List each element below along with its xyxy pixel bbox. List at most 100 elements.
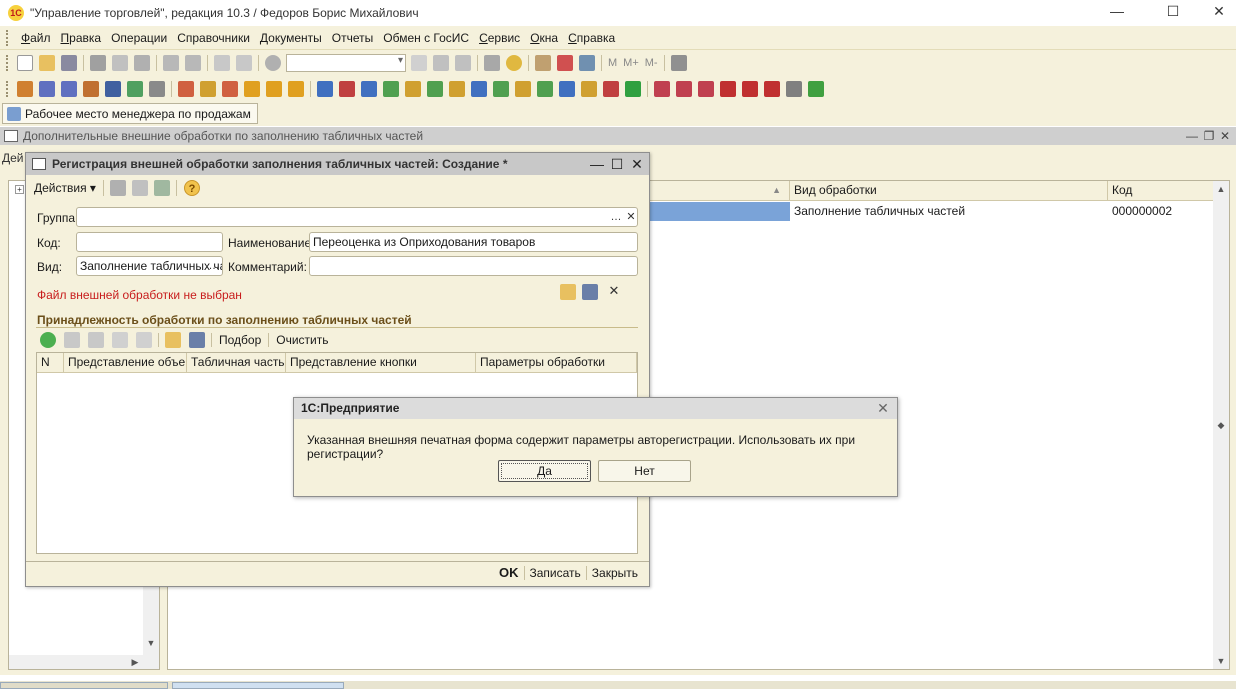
search-combo-input[interactable] (286, 54, 406, 72)
copy-icon[interactable] (112, 55, 128, 71)
minimize-button[interactable]: — (1094, 0, 1140, 22)
form-close-button[interactable]: ✕ (628, 155, 646, 173)
register-icon[interactable] (83, 81, 99, 97)
doc-13-icon[interactable] (581, 81, 597, 97)
ok-button[interactable]: OK (494, 565, 524, 580)
scroll-down-icon[interactable]: ▼ (143, 635, 159, 651)
delete-file-icon[interactable]: ✕ (606, 284, 622, 300)
redo-icon[interactable] (236, 55, 252, 71)
kind-select-button[interactable]: … (206, 259, 222, 275)
report-8-icon[interactable] (808, 81, 824, 97)
scroll-up-icon[interactable]: ▲ (1213, 181, 1229, 197)
edit-row-icon[interactable] (88, 332, 104, 348)
form-maximize-button[interactable]: ☐ (608, 155, 626, 173)
menu-service[interactable]: Сервис (474, 31, 525, 45)
column-header-parameters[interactable]: Параметры обработки (476, 353, 637, 373)
edit-list-icon[interactable] (149, 81, 165, 97)
doc-10-icon[interactable] (515, 81, 531, 97)
order-icon[interactable] (178, 81, 194, 97)
tools-icon[interactable] (670, 55, 687, 71)
column-header-tabular-section[interactable]: Табличная часть (187, 353, 286, 373)
memory-minus-button[interactable]: M- (645, 57, 658, 69)
doc-12-icon[interactable] (559, 81, 575, 97)
calculator-icon[interactable] (535, 55, 551, 71)
report-1-icon[interactable] (654, 81, 670, 97)
menu-reports[interactable]: Отчеты (327, 31, 378, 45)
copy-form-icon[interactable] (131, 180, 148, 196)
window-tab-1[interactable] (0, 682, 168, 689)
doc-6-icon[interactable] (427, 81, 443, 97)
doc-4-icon[interactable] (383, 81, 399, 97)
table-vertical-scrollbar[interactable]: ▲ ◆ ▼ (1213, 181, 1229, 669)
menu-file[interactable]: Файл (16, 31, 56, 45)
delete-row-icon[interactable] (64, 332, 80, 348)
calendar-icon[interactable] (557, 55, 573, 71)
menu-documents[interactable]: Документы (255, 31, 327, 45)
sort-desc-icon[interactable] (136, 332, 152, 348)
doc-8-icon[interactable] (471, 81, 487, 97)
doc-2-icon[interactable] (339, 81, 355, 97)
doc-7-icon[interactable] (449, 81, 465, 97)
doc-14-icon[interactable] (603, 81, 619, 97)
open-settings-icon[interactable] (165, 332, 181, 348)
no-button[interactable]: Нет (598, 460, 691, 482)
report-3-icon[interactable] (698, 81, 714, 97)
search-icon[interactable] (265, 55, 281, 71)
kind-field[interactable]: Заполнение табличных ча (76, 256, 223, 276)
clear-button[interactable]: Очистить (271, 333, 333, 347)
column-header-n[interactable]: N (37, 353, 64, 373)
info-icon[interactable] (506, 55, 522, 71)
column-header-object[interactable]: Представление объе... (64, 353, 187, 373)
scroll-thumb-icon[interactable]: ◆ (1213, 417, 1229, 433)
open-file-icon[interactable] (560, 284, 576, 300)
report-4-icon[interactable] (720, 81, 736, 97)
report-5-icon[interactable] (742, 81, 758, 97)
memory-button[interactable]: M (608, 57, 617, 69)
close-button[interactable]: ✕ (1196, 0, 1236, 22)
background-minimize-button[interactable]: — (1183, 127, 1201, 145)
comment-field[interactable] (309, 256, 638, 276)
contacts-icon[interactable] (105, 81, 121, 97)
save-file-icon[interactable] (582, 284, 598, 300)
doc-9-icon[interactable] (493, 81, 509, 97)
group-select-button[interactable]: … (608, 210, 624, 226)
column-header-button[interactable]: Представление кнопки (286, 353, 476, 373)
print-icon[interactable] (163, 55, 179, 71)
dialog-close-icon[interactable]: ✕ (875, 400, 891, 416)
workplace-button[interactable]: Рабочее место менеджера по продажам (2, 103, 258, 124)
menu-catalogs[interactable]: Справочники (172, 31, 255, 45)
name-field[interactable]: Переоценка из Оприходования товаров (309, 232, 638, 252)
payment-icon[interactable] (222, 81, 238, 97)
column-header-kind[interactable]: Вид обработки (790, 181, 1108, 201)
doc-3-icon[interactable] (361, 81, 377, 97)
scroll-down-icon[interactable]: ▼ (1213, 653, 1229, 669)
invoice-icon[interactable] (200, 81, 216, 97)
group-clear-icon[interactable]: ✕ (623, 210, 639, 226)
sort-asc-icon[interactable] (112, 332, 128, 348)
document-list-icon[interactable] (39, 81, 55, 97)
save-settings-icon[interactable] (189, 332, 205, 348)
money-icon[interactable] (288, 81, 304, 97)
help-icon[interactable]: ? (183, 180, 200, 196)
column-header-code[interactable]: Код (1108, 181, 1214, 201)
doc-15-icon[interactable] (625, 81, 641, 97)
window-tab-2[interactable] (172, 682, 344, 689)
clear-search-icon[interactable] (411, 55, 427, 71)
add-row-icon[interactable] (40, 332, 56, 348)
memory-plus-button[interactable]: M+ (623, 57, 639, 69)
cut-icon[interactable] (90, 55, 106, 71)
catalog-books-icon[interactable] (17, 81, 33, 97)
report-2-icon[interactable] (676, 81, 692, 97)
open-folder-icon[interactable] (39, 55, 55, 71)
close-form-button[interactable]: Закрыть (587, 566, 643, 580)
report-7-icon[interactable] (786, 81, 802, 97)
maximize-button[interactable]: ☐ (1150, 0, 1196, 22)
tree-horizontal-scrollbar[interactable]: ▶ (9, 655, 143, 669)
print-preview-icon[interactable] (185, 55, 201, 71)
goods-icon[interactable] (266, 81, 282, 97)
structure-icon[interactable] (109, 180, 126, 196)
group-field[interactable] (76, 207, 638, 227)
find-prev-icon[interactable] (433, 55, 449, 71)
menu-operations[interactable]: Операции (106, 31, 172, 45)
undo-icon[interactable] (214, 55, 230, 71)
